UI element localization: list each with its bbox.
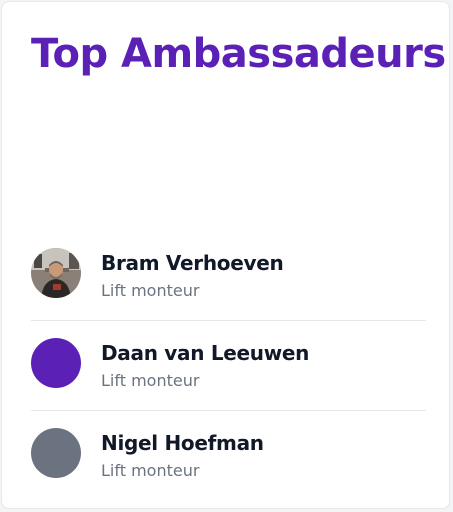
ambassador-name: Daan van Leeuwen xyxy=(101,341,310,365)
ambassador-role: Lift monteur xyxy=(101,461,200,480)
ambassador-role: Lift monteur xyxy=(101,281,200,300)
ambassadors-card: Top Ambassadeurs Bram Verhoeven Lift mon… xyxy=(1,1,450,509)
card-title: Top Ambassadeurs xyxy=(31,31,446,77)
ambassador-role: Lift monteur xyxy=(101,371,200,390)
ambassador-item[interactable]: Nigel Hoefman Lift monteur xyxy=(31,411,426,501)
ambassador-name: Nigel Hoefman xyxy=(101,431,264,455)
avatar xyxy=(31,338,81,388)
avatar xyxy=(31,248,81,298)
ambassador-item[interactable]: Daan van Leeuwen Lift monteur xyxy=(31,321,426,411)
ambassador-item[interactable]: Bram Verhoeven Lift monteur xyxy=(31,231,426,321)
avatar-photo xyxy=(31,248,81,298)
ambassador-list: Bram Verhoeven Lift monteur Daan van Lee… xyxy=(31,231,426,501)
avatar xyxy=(31,428,81,478)
ambassador-name: Bram Verhoeven xyxy=(101,251,284,275)
